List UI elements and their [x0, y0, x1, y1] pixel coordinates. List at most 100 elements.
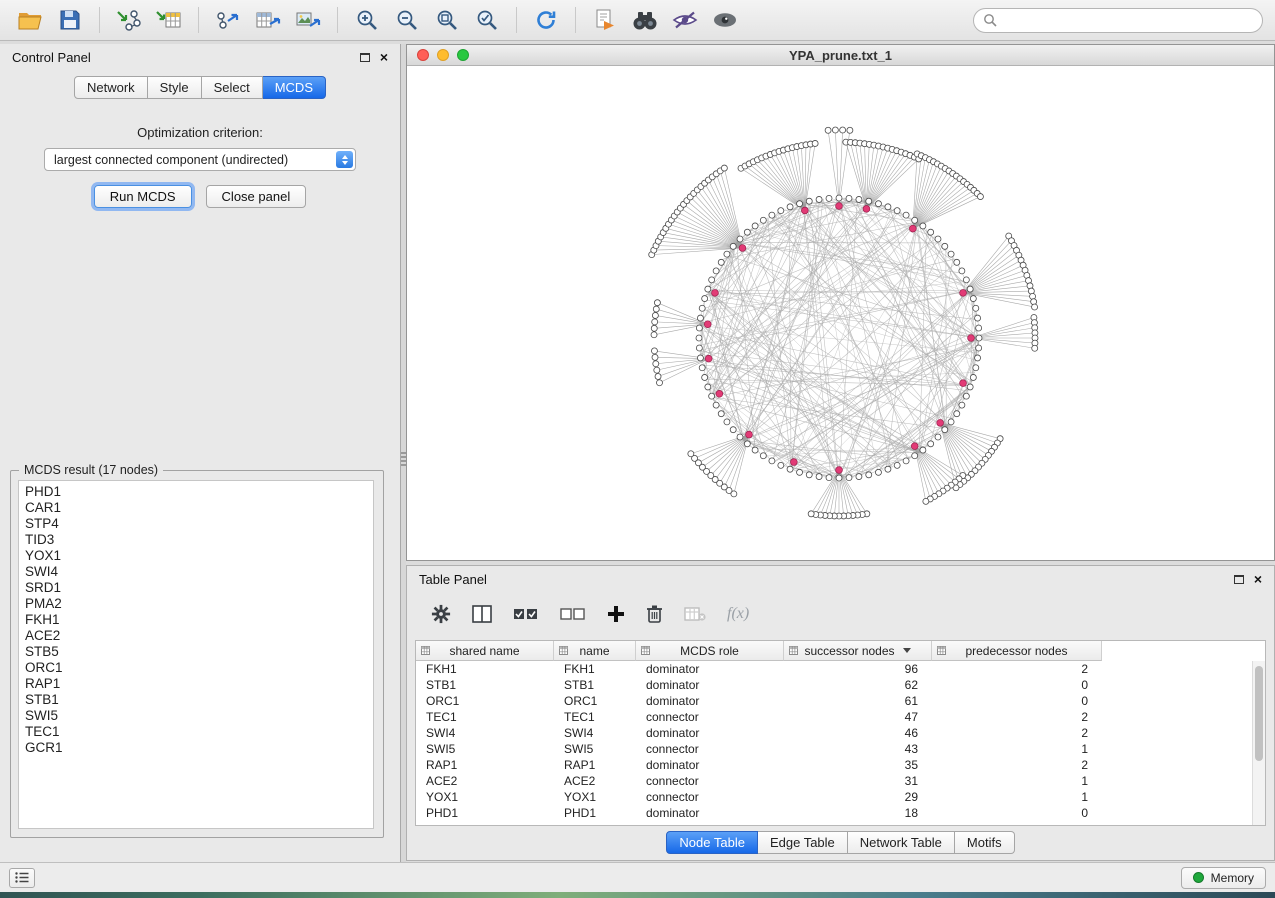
table-row[interactable]: TEC1 TEC1 connector 47 2 [416, 709, 1265, 725]
result-node[interactable]: SWI4 [25, 564, 373, 580]
column-header-predecessor-nodes[interactable]: predecessor nodes [932, 641, 1102, 661]
result-node[interactable]: TEC1 [25, 724, 373, 740]
show-columns-button[interactable] [472, 605, 492, 623]
control-panel: Control Panel × Network Style Select MCD… [0, 44, 401, 862]
table-row[interactable]: SWI4 SWI4 dominator 46 2 [416, 725, 1265, 741]
column-header-mcds-role[interactable]: MCDS role [636, 641, 784, 661]
result-node[interactable]: RAP1 [25, 676, 373, 692]
column-header-name[interactable]: name [554, 641, 636, 661]
export-network-button[interactable] [210, 4, 246, 36]
table-row[interactable]: SWI5 SWI5 connector 43 1 [416, 741, 1265, 757]
tab-node-table[interactable]: Node Table [666, 831, 758, 854]
cell-successor-nodes: 29 [784, 790, 932, 804]
search-input[interactable] [1003, 13, 1253, 27]
table-row[interactable]: FKH1 FKH1 dominator 96 2 [416, 661, 1265, 677]
cell-successor-nodes: 18 [784, 806, 932, 820]
export-table-button[interactable] [250, 4, 286, 36]
save-session-button[interactable] [52, 4, 88, 36]
hide-selected-button[interactable] [667, 4, 703, 36]
delete-column-button[interactable] [646, 604, 663, 624]
network-window-titlebar[interactable]: YPA_prune.txt_1 [407, 45, 1274, 66]
close-window-icon[interactable] [417, 49, 429, 61]
columns-icon [472, 605, 492, 623]
mcds-result-group: MCDS result (17 nodes) PHD1 CAR1 STP4 TI… [10, 470, 384, 838]
tab-style[interactable]: Style [148, 76, 202, 99]
network-graph [407, 66, 1274, 560]
result-node[interactable]: ACE2 [25, 628, 373, 644]
export-image-button[interactable] [290, 4, 326, 36]
zoom-out-button[interactable] [389, 4, 425, 36]
tab-network-table[interactable]: Network Table [848, 831, 955, 854]
sort-descending-icon [903, 648, 911, 653]
open-file-button[interactable] [12, 4, 48, 36]
cell-predecessor-nodes: 1 [932, 742, 1102, 756]
zoom-selected-button[interactable] [469, 4, 505, 36]
network-canvas[interactable] [407, 66, 1274, 560]
table-row[interactable]: ORC1 ORC1 dominator 61 0 [416, 693, 1265, 709]
column-header-shared-name[interactable]: shared name [416, 641, 554, 661]
float-table-panel-icon[interactable] [1234, 575, 1244, 584]
import-table-button[interactable] [151, 4, 187, 36]
search-network-button[interactable] [627, 4, 663, 36]
close-panel-icon[interactable]: × [380, 52, 388, 62]
column-label: predecessor nodes [965, 644, 1067, 658]
cell-predecessor-nodes: 0 [932, 678, 1102, 692]
column-header-successor-nodes[interactable]: successor nodes [784, 641, 932, 661]
table-row[interactable]: ACE2 ACE2 connector 31 1 [416, 773, 1265, 789]
result-node[interactable]: STB1 [25, 692, 373, 708]
float-panel-icon[interactable] [360, 53, 370, 62]
copy-network-button[interactable] [587, 4, 623, 36]
network-window-title: YPA_prune.txt_1 [789, 48, 892, 63]
result-node[interactable]: PMA2 [25, 596, 373, 612]
tab-mcds[interactable]: MCDS [263, 76, 326, 99]
task-history-button[interactable] [9, 868, 35, 888]
zoom-in-button[interactable] [349, 4, 385, 36]
result-node[interactable]: GCR1 [25, 740, 373, 756]
optimization-criterion-label: Optimization criterion: [0, 125, 400, 140]
table-scrollbar[interactable] [1252, 661, 1265, 825]
select-all-button[interactable] [513, 607, 539, 621]
table-row[interactable]: RAP1 RAP1 dominator 35 2 [416, 757, 1265, 773]
application-window: Control Panel × Network Style Select MCD… [0, 0, 1275, 892]
table-settings-button[interactable] [431, 604, 451, 624]
result-node[interactable]: CAR1 [25, 500, 373, 516]
toolbar-separator [516, 7, 517, 33]
cell-predecessor-nodes: 1 [932, 790, 1102, 804]
table-row[interactable]: YOX1 YOX1 connector 29 1 [416, 789, 1265, 805]
close-table-panel-icon[interactable]: × [1254, 574, 1262, 584]
run-mcds-button[interactable]: Run MCDS [94, 185, 192, 208]
result-node[interactable]: PHD1 [25, 484, 373, 500]
tab-edge-table[interactable]: Edge Table [758, 831, 848, 854]
result-node[interactable]: TID3 [25, 532, 373, 548]
minimize-window-icon[interactable] [437, 49, 449, 61]
result-node[interactable]: FKH1 [25, 612, 373, 628]
result-node[interactable]: STB5 [25, 644, 373, 660]
result-node[interactable]: ORC1 [25, 660, 373, 676]
maximize-window-icon[interactable] [457, 49, 469, 61]
table-scrollbar-thumb[interactable] [1255, 666, 1263, 761]
refresh-layout-button[interactable] [528, 4, 564, 36]
tab-network[interactable]: Network [74, 76, 148, 99]
result-node[interactable]: SWI5 [25, 708, 373, 724]
add-column-button[interactable] [607, 605, 625, 623]
close-panel-button[interactable]: Close panel [206, 185, 307, 208]
search-box[interactable] [973, 8, 1263, 33]
cell-successor-nodes: 46 [784, 726, 932, 740]
deselect-all-button[interactable] [560, 607, 586, 621]
memory-button[interactable]: Memory [1181, 867, 1266, 889]
result-node[interactable]: YOX1 [25, 548, 373, 564]
cell-mcds-role: connector [636, 742, 784, 756]
criterion-dropdown[interactable]: largest connected component (undirected) [44, 148, 356, 171]
tab-select[interactable]: Select [202, 76, 263, 99]
zoom-fit-button[interactable] [429, 4, 465, 36]
show-all-button[interactable] [707, 4, 743, 36]
cell-name: ACE2 [554, 774, 636, 788]
table-row[interactable]: PHD1 PHD1 dominator 18 0 [416, 805, 1265, 821]
import-network-button[interactable] [111, 4, 147, 36]
result-node[interactable]: STP4 [25, 516, 373, 532]
table-row[interactable]: STB1 STB1 dominator 62 0 [416, 677, 1265, 693]
tab-motifs[interactable]: Motifs [955, 831, 1015, 854]
table-panel: Table Panel × [406, 565, 1275, 861]
result-node[interactable]: SRD1 [25, 580, 373, 596]
cell-predecessor-nodes: 2 [932, 662, 1102, 676]
